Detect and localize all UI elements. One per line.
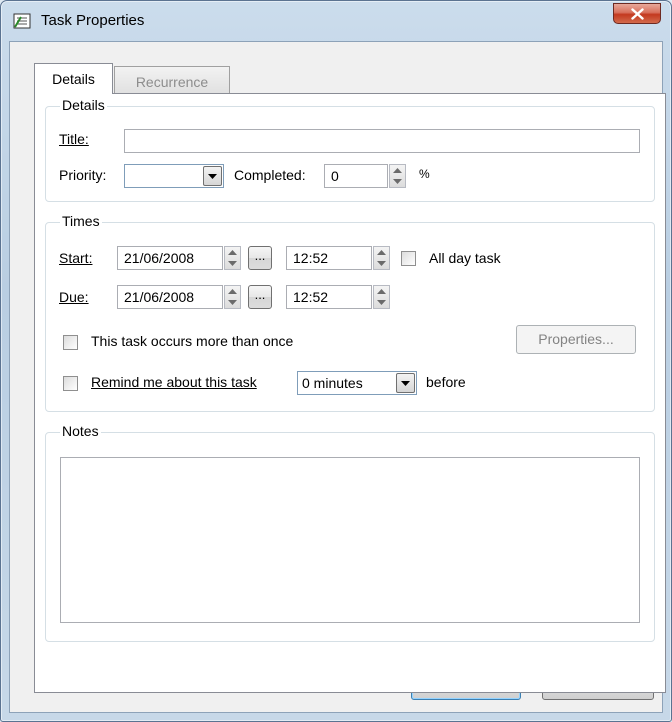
- window-title: Task Properties: [41, 12, 145, 29]
- due-time-input[interactable]: 12:52: [286, 285, 372, 309]
- remind-select[interactable]: 0 minutes: [297, 371, 417, 395]
- start-date-spinner[interactable]: [224, 246, 241, 270]
- title-bar[interactable]: Task Properties: [1, 1, 671, 41]
- due-date-spinner[interactable]: [224, 285, 241, 309]
- completed-label: Completed:: [234, 167, 306, 183]
- spin-up-icon: [228, 289, 237, 294]
- spin-down-icon: [393, 179, 402, 184]
- spin-up-icon: [228, 250, 237, 255]
- notes-group-title: Notes: [60, 423, 101, 439]
- tab-recurrence[interactable]: Recurrence: [114, 66, 230, 94]
- remind-dropdown-button[interactable]: [396, 373, 415, 393]
- spin-up-icon: [377, 250, 386, 255]
- start-label: Start:: [59, 250, 93, 266]
- completed-input[interactable]: 0: [324, 164, 388, 188]
- title-input[interactable]: [124, 129, 640, 153]
- task-app-icon: [13, 13, 31, 29]
- start-date-input[interactable]: 21/06/2008: [117, 246, 223, 270]
- remind-checkbox[interactable]: [63, 376, 78, 391]
- details-tab-panel: Details Title: Priority: Completed: 0 %: [34, 93, 666, 693]
- spin-down-icon: [228, 300, 237, 305]
- priority-dropdown-button[interactable]: [203, 166, 222, 186]
- details-group: Details Title: Priority: Completed: 0 %: [45, 97, 655, 202]
- all-day-label: All day task: [429, 250, 501, 266]
- dialog-client-area: Details Recurrence Details Title: Priori…: [9, 41, 666, 713]
- notes-group: Notes: [45, 423, 655, 642]
- spin-down-icon: [377, 261, 386, 266]
- due-date-input[interactable]: 21/06/2008: [117, 285, 223, 309]
- spin-up-icon: [393, 168, 402, 173]
- details-group-title: Details: [60, 97, 107, 113]
- spin-down-icon: [377, 300, 386, 305]
- times-group: Times Start: 21/06/2008 ... 12:52 All da…: [45, 213, 655, 412]
- remind-value: 0 minutes: [302, 375, 363, 391]
- task-properties-window: Task Properties Details Recurrence Detai…: [0, 0, 672, 722]
- close-button[interactable]: [613, 3, 661, 24]
- start-date-picker-button[interactable]: ...: [248, 246, 272, 270]
- spin-up-icon: [377, 289, 386, 294]
- before-label: before: [426, 374, 466, 390]
- percent-label: %: [419, 167, 430, 181]
- times-group-title: Times: [60, 213, 102, 229]
- all-day-checkbox[interactable]: [401, 251, 416, 266]
- recurring-label: This task occurs more than once: [91, 333, 294, 349]
- chevron-down-icon: [208, 174, 217, 179]
- properties-button[interactable]: Properties...: [516, 325, 636, 354]
- priority-select[interactable]: [124, 164, 224, 188]
- notes-textarea[interactable]: [60, 457, 640, 623]
- chevron-down-icon: [401, 381, 410, 386]
- completed-spinner[interactable]: [389, 164, 406, 188]
- start-time-spinner[interactable]: [373, 246, 390, 270]
- recurring-checkbox[interactable]: [63, 335, 78, 350]
- due-label: Due:: [59, 289, 89, 305]
- tab-details[interactable]: Details: [34, 63, 113, 94]
- close-icon: [631, 8, 644, 20]
- title-label: Title:: [59, 131, 89, 147]
- remind-label: Remind me about this task: [91, 374, 257, 390]
- due-time-spinner[interactable]: [373, 285, 390, 309]
- due-date-picker-button[interactable]: ...: [248, 285, 272, 309]
- spin-down-icon: [228, 261, 237, 266]
- start-time-input[interactable]: 12:52: [286, 246, 372, 270]
- priority-label: Priority:: [59, 167, 107, 183]
